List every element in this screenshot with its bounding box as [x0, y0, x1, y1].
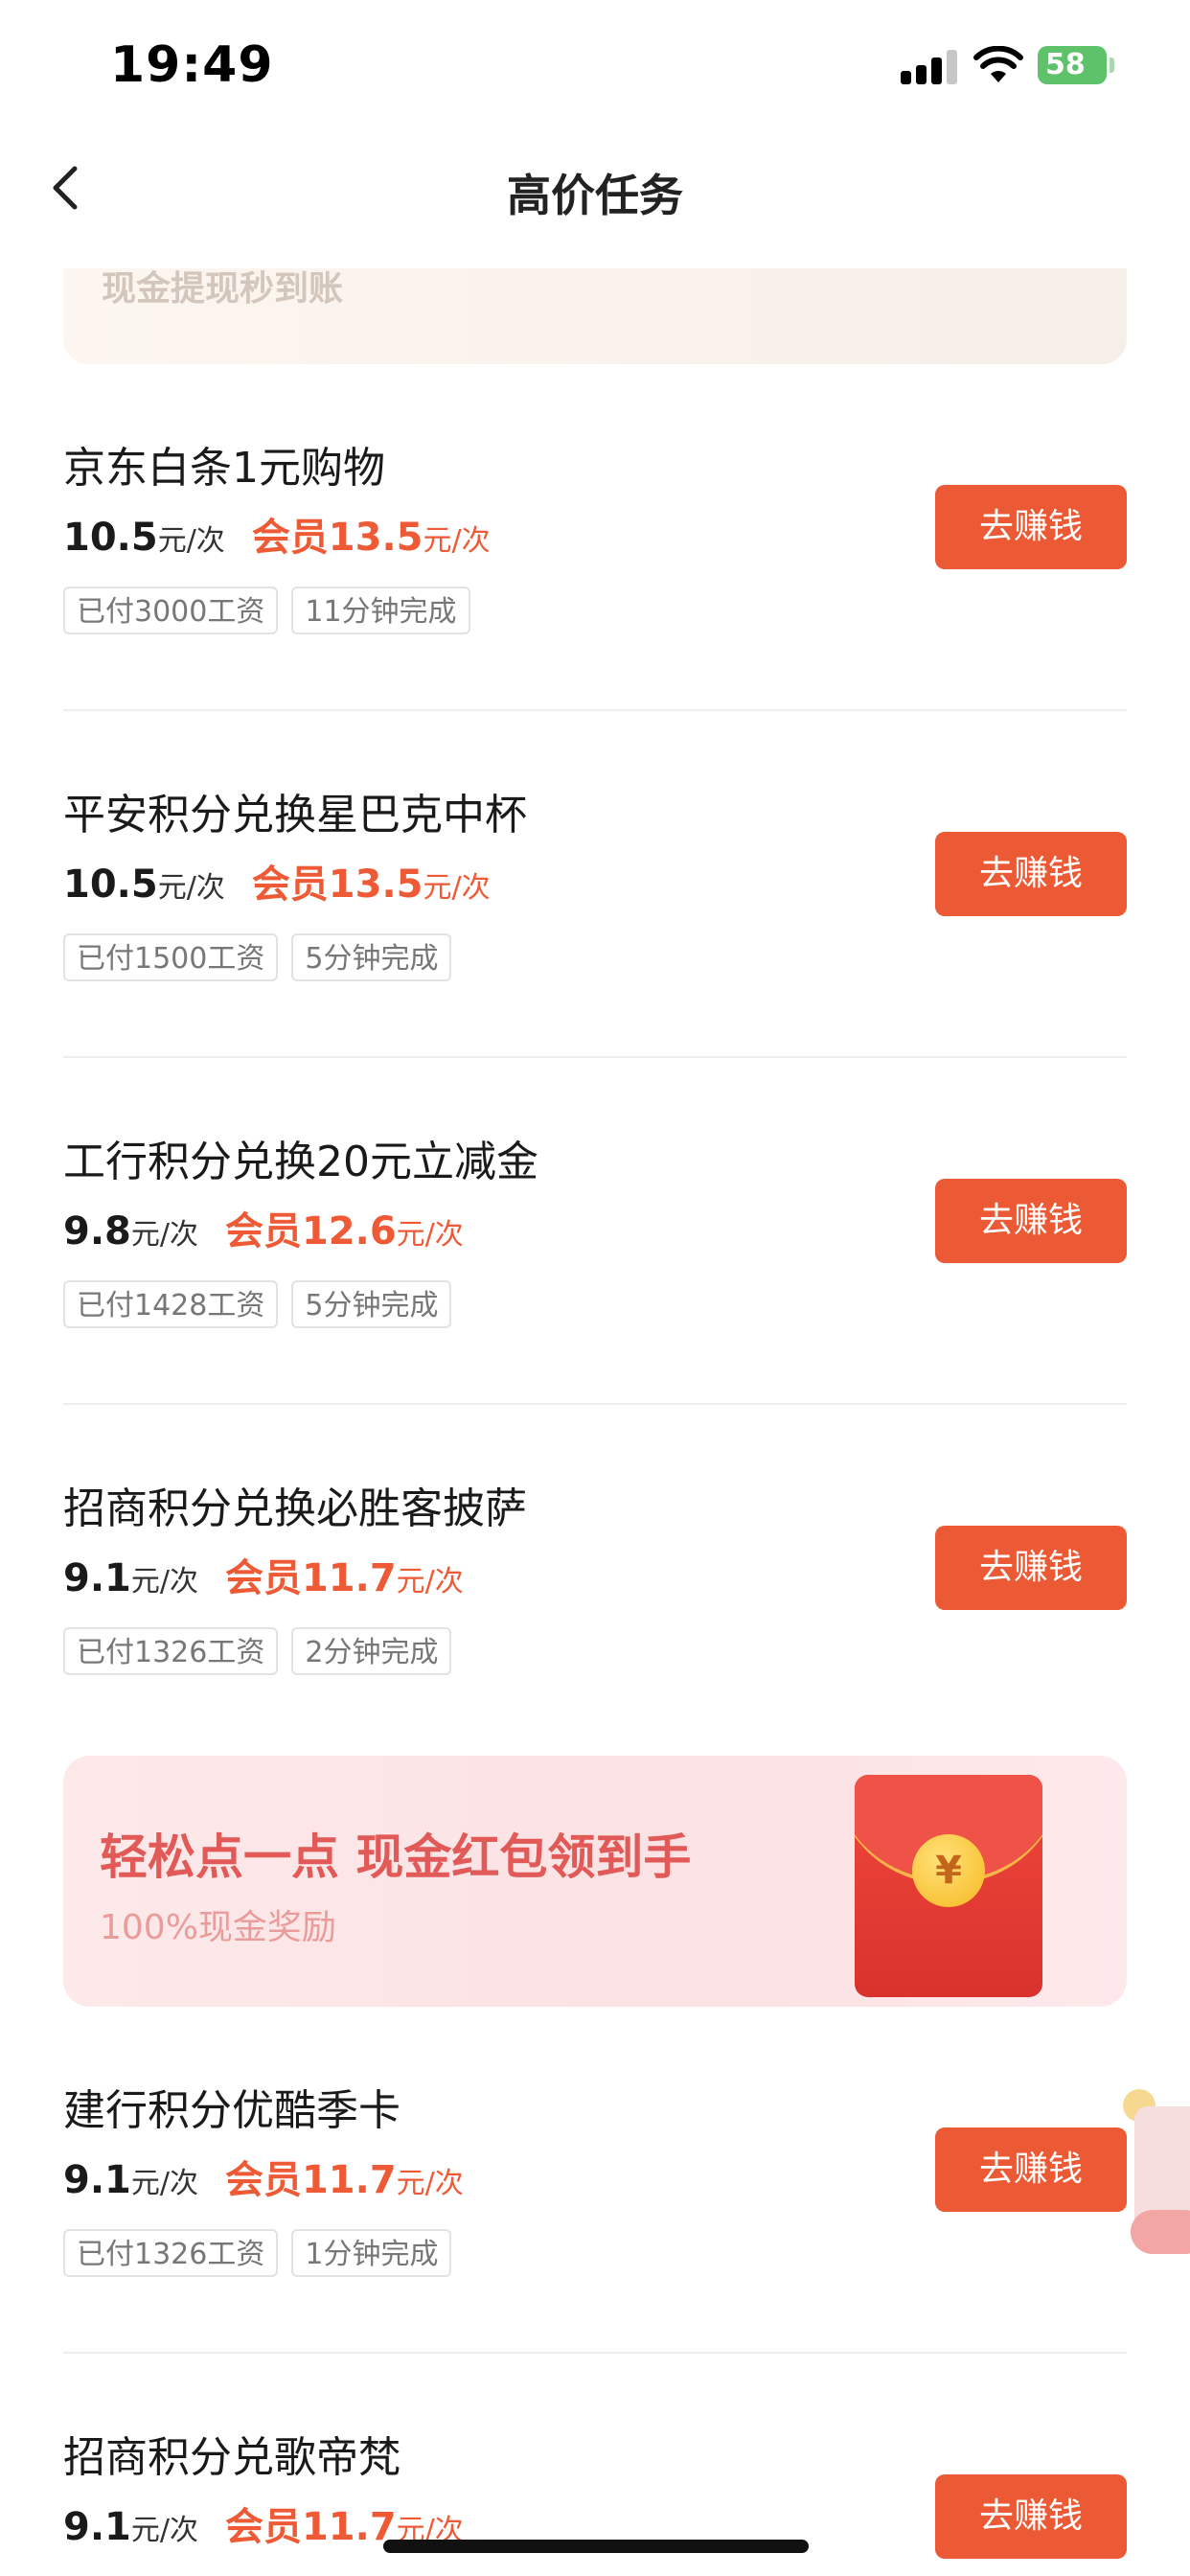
wifi-icon [973, 46, 1023, 82]
task-tags: 已付1500工资 5分钟完成 [63, 933, 465, 981]
floating-red-packet-widget[interactable] [1123, 2089, 1190, 2262]
earn-button[interactable]: 去赚钱 [935, 2128, 1127, 2212]
task-tags: 已付3000工资 11分钟完成 [63, 586, 484, 634]
divider [63, 709, 1127, 711]
earn-button[interactable]: 去赚钱 [935, 1179, 1127, 1263]
task-title: 平安积分兑换星巴克中杯 [63, 791, 527, 840]
earn-button[interactable]: 去赚钱 [935, 2474, 1127, 2559]
paid-tag: 已付1428工资 [63, 1280, 279, 1328]
divider [63, 1056, 1127, 1058]
price-unit: 元/次 [130, 2167, 198, 2200]
price-unit: 元/次 [130, 1565, 198, 1598]
task-title: 工行积分兑换20元立减金 [63, 1138, 538, 1186]
member-price-unit: 元/次 [423, 871, 491, 905]
paid-tag: 已付1326工资 [63, 2229, 279, 2277]
earn-button[interactable]: 去赚钱 [935, 1526, 1127, 1610]
paid-tag: 已付3000工资 [63, 586, 279, 634]
banner-title: 轻松点一点 现金红包领到手 [100, 1829, 692, 1885]
task-item[interactable]: 工行积分兑换20元立减金 9.8元/次 会员12.6元/次 已付1428工资 5分钟… [63, 1127, 1127, 1338]
member-price: 会员13.5 [251, 862, 423, 907]
duration-tag: 2分钟完成 [291, 1627, 452, 1675]
member-price: 会员13.5 [251, 516, 423, 560]
price-unit: 元/次 [157, 524, 225, 558]
member-price: 会员12.6 [224, 1209, 397, 1254]
task-price: 9.8 [63, 1209, 131, 1254]
member-price: 会员11.7 [224, 2505, 397, 2549]
price-row: 9.8元/次 会员12.6元/次 [63, 1200, 464, 1255]
divider [63, 2352, 1127, 2354]
status-bar: 19:49 58 [0, 0, 1190, 134]
page-title: 高价任务 [507, 170, 683, 221]
top-banner-text: 现金提现秒到账 [102, 269, 344, 309]
member-price: 会员11.7 [224, 1556, 397, 1600]
task-item[interactable]: 招商积分兑换必胜客披萨 9.1元/次 会员11.7元/次 已付1326工资 2分钟完… [63, 1474, 1127, 1685]
member-price-unit: 元/次 [423, 524, 491, 558]
divider [63, 1403, 1127, 1405]
task-title: 招商积分兑歌帝梵 [63, 2433, 400, 2482]
member-price-unit: 元/次 [396, 1565, 464, 1598]
earn-button[interactable]: 去赚钱 [935, 832, 1127, 916]
status-time: 19:49 [110, 36, 274, 94]
price-unit: 元/次 [157, 871, 225, 905]
task-price: 9.1 [63, 1556, 131, 1600]
red-packet-banner[interactable]: 轻松点一点 现金红包领到手 100%现金奖励 ¥ [63, 1756, 1127, 2007]
task-title: 京东白条1元购物 [63, 444, 385, 493]
duration-tag: 5分钟完成 [291, 1280, 452, 1328]
task-price: 10.5 [63, 516, 158, 560]
cellular-signal-icon [901, 50, 958, 84]
member-price: 会员11.7 [224, 2158, 397, 2202]
task-price: 10.5 [63, 862, 158, 907]
banner-subtitle: 100%现金奖励 [100, 1908, 336, 1947]
paid-tag: 已付1500工资 [63, 933, 279, 981]
task-title: 建行积分优酷季卡 [63, 2086, 400, 2135]
claim-pill [1131, 2210, 1190, 2254]
task-item[interactable]: 平安积分兑换星巴克中杯 10.5元/次 会员13.5元/次 已付1500工资 5分钟… [63, 780, 1127, 991]
member-price-unit: 元/次 [396, 2167, 464, 2200]
price-unit: 元/次 [130, 1218, 198, 1252]
red-packet-icon: ¥ [855, 1775, 1042, 1997]
task-tags: 已付1326工资 1分钟完成 [63, 2229, 465, 2277]
battery-tip [1110, 58, 1114, 73]
price-row: 10.5元/次 会员13.5元/次 [63, 506, 491, 562]
task-item[interactable]: 京东白条1元购物 10.5元/次 会员13.5元/次 已付3000工资 11分钟完成… [63, 433, 1127, 644]
task-item[interactable]: 建行积分优酷季卡 9.1元/次 会员11.7元/次 已付1326工资 1分钟完成 去… [63, 2076, 1127, 2287]
yuan-coin-icon: ¥ [912, 1834, 985, 1907]
task-price: 9.1 [63, 2158, 131, 2202]
duration-tag: 11分钟完成 [291, 586, 470, 634]
price-row: 9.1元/次 会员11.7元/次 [63, 1547, 464, 1602]
price-unit: 元/次 [130, 2514, 198, 2547]
task-price: 9.1 [63, 2505, 131, 2549]
price-row: 9.1元/次 会员11.7元/次 [63, 2149, 464, 2204]
task-title: 招商积分兑换必胜客披萨 [63, 1484, 527, 1533]
earn-button[interactable]: 去赚钱 [935, 485, 1127, 569]
price-row: 10.5元/次 会员13.5元/次 [63, 853, 491, 908]
home-indicator [383, 2540, 809, 2553]
task-tags: 已付1428工资 5分钟完成 [63, 1280, 465, 1328]
battery-icon: 58 [1038, 46, 1107, 84]
task-tags: 已付1326工资 2分钟完成 [63, 1627, 465, 1675]
duration-tag: 5分钟完成 [291, 933, 452, 981]
member-price-unit: 元/次 [396, 1218, 464, 1252]
top-banner[interactable]: 现金提现秒到账 [63, 268, 1127, 364]
task-item[interactable]: 招商积分兑歌帝梵 9.1元/次 会员11.7元/次 去赚钱 [63, 2423, 1127, 2576]
duration-tag: 1分钟完成 [291, 2229, 452, 2277]
paid-tag: 已付1326工资 [63, 1627, 279, 1675]
